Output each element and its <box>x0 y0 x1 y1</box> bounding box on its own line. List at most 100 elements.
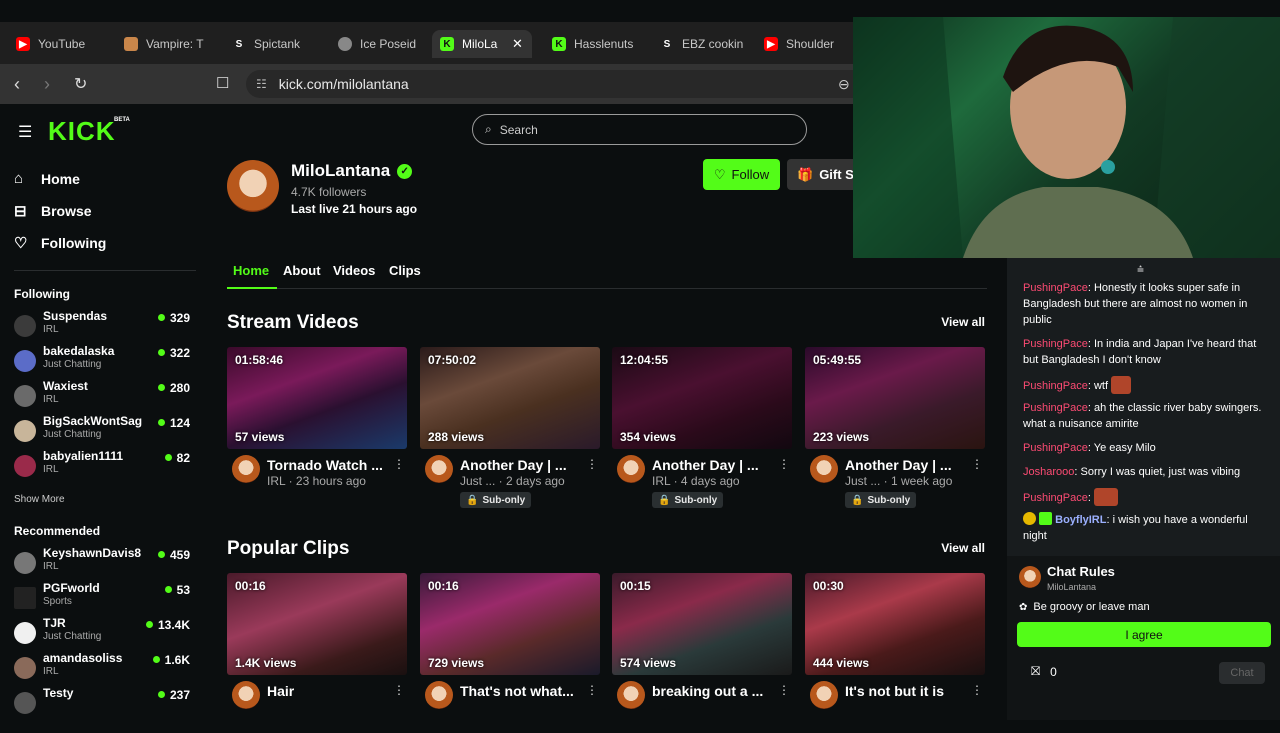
avatar <box>1019 566 1041 588</box>
close-tab-icon[interactable]: ✕ <box>512 36 523 52</box>
video-thumbnail[interactable]: 07:50:02 288 views <box>420 347 600 449</box>
avatar <box>14 657 36 679</box>
clip-title[interactable]: breaking out a ... <box>652 683 774 699</box>
clip-card[interactable]: 00:30 444 views It's not but it is ⋮ <box>805 573 985 733</box>
agree-button[interactable]: I agree <box>1017 622 1271 647</box>
browser-tab[interactable]: S Spictank <box>224 30 324 58</box>
clip-thumbnail[interactable]: 00:30 444 views <box>805 573 985 675</box>
nav-following[interactable]: ♡ Following <box>14 234 106 252</box>
tab-home[interactable]: Home <box>233 263 269 278</box>
url-text[interactable]: kick.com/milolantana <box>279 76 409 92</box>
follow-button[interactable]: ♡ Follow <box>703 159 780 190</box>
clip-thumbnail[interactable]: 00:16 1.4K views <box>227 573 407 675</box>
gift-icon: ⛝ <box>1031 664 1041 678</box>
avatar[interactable] <box>617 681 645 709</box>
following-channel[interactable]: Waxiest IRL 280 <box>14 379 196 411</box>
video-thumbnail[interactable]: 12:04:55 354 views <box>612 347 792 449</box>
browser-tab[interactable]: K Hasslenuts <box>544 30 644 58</box>
video-card[interactable]: 01:58:46 57 views Tornado Watch ... ⋮ IRL… <box>227 347 407 507</box>
tab-about[interactable]: About <box>283 263 321 278</box>
view-all-clips-link[interactable]: View all <box>941 541 985 555</box>
kick-logo[interactable]: KICK <box>48 116 116 147</box>
clip-title[interactable]: Hair <box>267 683 389 699</box>
recommended-channel[interactable]: Testy 237 <box>14 686 196 718</box>
forward-icon[interactable]: › <box>44 74 50 95</box>
video-title[interactable]: Another Day | ... <box>845 457 967 473</box>
more-options-icon[interactable]: ⋮ <box>971 683 983 697</box>
recommended-channel[interactable]: PGFworld Sports 53 <box>14 581 196 613</box>
show-more-link[interactable]: Show More <box>14 494 65 505</box>
more-options-icon[interactable]: ⋮ <box>778 457 790 471</box>
clip-thumbnail[interactable]: 00:16 729 views <box>420 573 600 675</box>
view-all-videos-link[interactable]: View all <box>941 315 985 329</box>
following-channel[interactable]: babyalien1111 IRL 82 <box>14 449 196 481</box>
more-options-icon[interactable]: ⋮ <box>393 457 405 471</box>
site-info-icon[interactable]: ☷ <box>256 77 267 91</box>
bookmark-icon[interactable]: ☐ <box>216 74 229 92</box>
avatar[interactable] <box>617 455 645 483</box>
following-channel[interactable]: BigSackWontSag Just Chatting 124 <box>14 414 196 446</box>
video-title[interactable]: Tornado Watch ... <box>267 457 389 473</box>
more-options-icon[interactable]: ⋮ <box>778 683 790 697</box>
browser-tab[interactable]: ▶ YouTube <box>8 30 108 58</box>
browser-tab[interactable]: S EBZ cookin <box>652 30 752 58</box>
browser-tab-active[interactable]: K MiloLa ✕ <box>432 30 532 58</box>
more-options-icon[interactable]: ⋮ <box>971 457 983 471</box>
avatar[interactable] <box>810 681 838 709</box>
following-channel[interactable]: bakedalaska Just Chatting 322 <box>14 344 196 376</box>
video-meta: IRL · 4 days ago <box>652 474 740 488</box>
video-card[interactable]: 05:49:55 223 views Another Day | ... ⋮ Ju… <box>805 347 985 508</box>
back-icon[interactable]: ‹ <box>14 74 20 95</box>
video-thumbnail[interactable]: 01:58:46 57 views <box>227 347 407 449</box>
avatar[interactable] <box>425 455 453 483</box>
clip-title[interactable]: It's not but it is <box>845 683 967 699</box>
more-options-icon[interactable]: ⋮ <box>393 683 405 697</box>
browser-tab[interactable]: ▶ Shoulder <box>756 30 852 58</box>
s-icon: S <box>663 38 671 50</box>
recommended-channel[interactable]: TJR Just Chatting 13.4K <box>14 616 196 648</box>
video-card[interactable]: 07:50:02 288 views Another Day | ... ⋮ Ju… <box>420 347 600 508</box>
webcam-person-image <box>853 17 1280 258</box>
chat-message: PushingPace: wtf <box>1023 376 1265 394</box>
nav-browse[interactable]: ⊟ Browse <box>14 202 92 220</box>
clip-card[interactable]: 00:15 574 views breaking out a ... ⋮ <box>612 573 792 733</box>
scroll-to-top-icon[interactable]: ⩮ <box>1137 262 1144 277</box>
vampire-icon <box>124 37 138 51</box>
search-input[interactable]: ⌕ Search <box>472 114 807 145</box>
avatar[interactable] <box>810 455 838 483</box>
video-card[interactable]: 12:04:55 354 views Another Day | ... ⋮ IR… <box>612 347 792 508</box>
more-options-icon[interactable]: ⋮ <box>586 457 598 471</box>
menu-icon[interactable]: ☰ <box>18 122 32 142</box>
clip-title[interactable]: That's not what... <box>460 683 582 699</box>
rule-icon: ✿ <box>1019 601 1028 613</box>
avatar <box>14 420 36 442</box>
reload-icon[interactable]: ↻ <box>74 74 87 94</box>
following-channel[interactable]: Suspendas IRL 329 <box>14 309 196 341</box>
recommended-channel[interactable]: amandasoliss IRL 1.6K <box>14 651 196 683</box>
send-chat-button[interactable]: Chat <box>1219 662 1265 684</box>
browser-tab[interactable]: Ice Poseid <box>330 30 426 58</box>
clip-card[interactable]: 00:16 729 views That's not what... ⋮ <box>420 573 600 733</box>
gift-sub-button[interactable]: 🎁Gift Su <box>787 159 857 190</box>
tab-clips[interactable]: Clips <box>389 263 421 278</box>
zoom-icon[interactable]: ⊖ <box>838 76 850 93</box>
popular-clips-title: Popular Clips <box>227 538 350 559</box>
tab-videos[interactable]: Videos <box>333 263 375 278</box>
clip-card[interactable]: 00:16 1.4K views Hair ⋮ <box>227 573 407 733</box>
chat-message: PushingPace: Ye easy Milo <box>1023 442 1156 454</box>
address-bar[interactable]: ☷ kick.com/milolantana ⊖ <box>246 70 866 98</box>
video-thumbnail[interactable]: 05:49:55 223 views <box>805 347 985 449</box>
avatar[interactable] <box>232 455 260 483</box>
clip-thumbnail[interactable]: 00:15 574 views <box>612 573 792 675</box>
video-title[interactable]: Another Day | ... <box>460 457 582 473</box>
avatar[interactable] <box>425 681 453 709</box>
nav-home[interactable]: ⌂ Home <box>14 170 80 187</box>
recommended-channel[interactable]: KeyshawnDavis8 IRL 459 <box>14 546 196 578</box>
more-options-icon[interactable]: ⋮ <box>586 683 598 697</box>
channel-avatar[interactable] <box>227 160 279 212</box>
following-heading: Following <box>14 287 70 301</box>
avatar[interactable] <box>232 681 260 709</box>
browser-tab[interactable]: Vampire: T <box>116 30 216 58</box>
gift-counter[interactable]: ⛝ 0 <box>1031 664 1057 679</box>
video-title[interactable]: Another Day | ... <box>652 457 774 473</box>
